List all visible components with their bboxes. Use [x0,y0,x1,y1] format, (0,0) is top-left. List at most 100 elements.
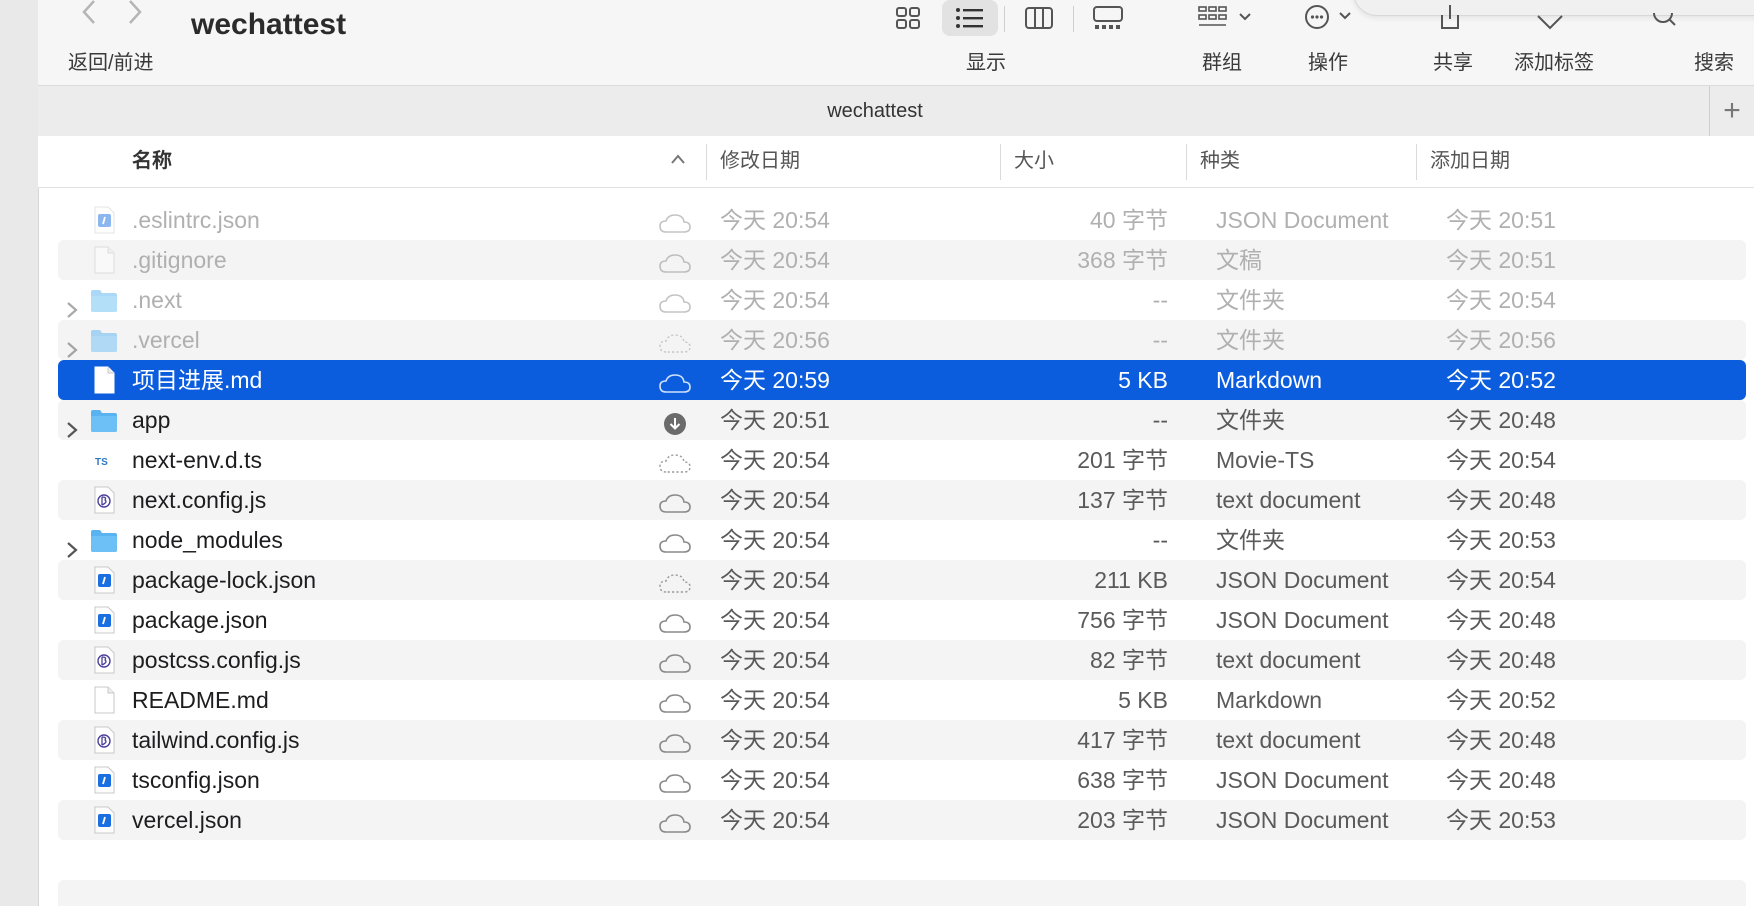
disclosure-triangle-icon[interactable] [64,411,80,438]
share-button[interactable] [1438,0,1462,34]
cloud-icon[interactable] [658,528,692,553]
file-kind: JSON Document [1216,807,1389,833]
cloud-icon[interactable] [658,248,692,273]
icon-view-button[interactable] [880,0,936,36]
cloud-icon[interactable] [658,808,692,833]
file-size: -- [1152,287,1168,313]
disclosure-triangle-icon[interactable] [64,531,80,558]
file-added-date: 今天 20:51 [1446,247,1556,273]
file-row[interactable]: tailwind.config.js 今天 20:54 417 字节 text doc… [58,720,1746,760]
cloud-icon[interactable] [658,488,692,513]
file-kind: 文件夹 [1216,287,1285,313]
json-file-icon [90,766,118,794]
blank-file-icon [90,686,118,714]
tab-bar: wechattest + [38,85,1754,137]
file-kind: 文件夹 [1216,527,1285,553]
file-row[interactable]: tsconfig.json 今天 20:54 638 字节 JSON Document… [58,760,1746,800]
json-file-icon [90,806,118,834]
file-name: app [132,407,171,433]
file-kind: text document [1216,727,1361,753]
forward-arrow-icon[interactable] [126,0,144,32]
add-tab-button[interactable]: + [1709,86,1754,136]
gallery-view-button[interactable] [1080,0,1136,36]
file-row[interactable]: postcss.config.js 今天 20:54 82 字节 text docum… [58,640,1746,680]
column-separator[interactable] [1186,144,1187,180]
file-modified-date: 今天 20:54 [720,207,830,233]
window-title: wechattest [191,8,347,41]
file-size: 638 字节 [1077,767,1168,793]
cloud-icon[interactable] [658,208,692,233]
column-added[interactable]: 添加日期 [1430,136,1510,187]
file-modified-date: 今天 20:54 [720,687,830,713]
ellipsis-circle-icon [1305,5,1351,29]
file-row[interactable]: .eslintrc.json 今天 20:54 40 字节 JSON Document… [58,200,1746,240]
column-size[interactable]: 大小 [1014,136,1054,187]
column-separator[interactable] [1000,144,1001,180]
column-view-button[interactable] [1011,0,1067,36]
file-row[interactable]: package-lock.json 今天 20:54 211 KB JSON Docu… [58,560,1746,600]
cloud-dashed-icon[interactable] [658,328,692,353]
file-name: vercel.json [132,807,242,833]
file-kind: JSON Document [1216,767,1389,793]
column-kind[interactable]: 种类 [1200,136,1240,187]
sidebar-edge [0,0,39,906]
cloud-icon[interactable] [658,648,692,673]
disclosure-triangle-icon[interactable] [64,291,80,318]
file-size: 82 字节 [1090,647,1168,673]
file-size: -- [1152,527,1168,553]
column-separator[interactable] [706,144,707,180]
file-row[interactable]: package.json 今天 20:54 756 字节 JSON Document 今… [58,600,1746,640]
action-button[interactable] [1304,0,1360,34]
file-added-date: 今天 20:48 [1446,487,1556,513]
column-modified[interactable]: 修改日期 [720,136,800,187]
cloud-icon[interactable] [658,688,692,713]
disclosure-triangle-icon[interactable] [64,331,80,358]
file-row[interactable]: .next 今天 20:54 -- 文件夹 今天 20:54 [58,280,1746,320]
file-kind: JSON Document [1216,207,1389,233]
file-row[interactable]: vercel.json 今天 20:54 203 字节 JSON Document 今天… [58,800,1746,840]
file-row[interactable]: app 今天 20:51 -- 文件夹 今天 20:48 [58,400,1746,440]
cloud-icon[interactable] [658,608,692,633]
list-icon [956,8,983,28]
tab-current[interactable]: wechattest [38,86,1712,136]
action-label: 操作 [1308,52,1348,74]
column-header: 名称 修改日期 大小 种类 添加日期 [38,136,1754,188]
file-added-date: 今天 20:48 [1446,727,1556,753]
file-added-date: 今天 20:48 [1446,647,1556,673]
file-row[interactable]: next.config.js 今天 20:54 137 字节 text documen… [58,480,1746,520]
blank-file-icon [90,366,118,394]
file-row[interactable]: 项目进展.md 今天 20:59 5 KB Markdown 今天 20:52 [58,360,1746,400]
json-file-icon [90,606,118,634]
cloud-icon[interactable] [658,768,692,793]
tag-button[interactable] [1534,0,1566,34]
cloud-dashed-icon[interactable] [658,568,692,593]
group-button[interactable] [1198,0,1254,34]
file-modified-date: 今天 20:54 [720,567,830,593]
download-icon[interactable] [658,408,692,435]
list-view-button[interactable] [942,0,998,36]
file-added-date: 今天 20:54 [1446,287,1556,313]
js-file-icon [90,646,118,674]
toolbar: 返回/前进 wechattest 显示 群组 操作 共享 添加标签 搜索 [38,0,1754,85]
file-kind: 文稿 [1216,247,1262,273]
file-size: 137 字节 [1077,487,1168,513]
tag-label: 添加标签 [1514,52,1594,74]
file-size: 211 KB [1094,567,1168,593]
cloud-icon[interactable] [658,288,692,313]
search-icon [1653,12,1676,26]
cloud-icon[interactable] [658,728,692,753]
column-name[interactable]: 名称 [132,136,172,187]
file-modified-date: 今天 20:54 [720,647,830,673]
file-row[interactable]: .gitignore 今天 20:54 368 字节 文稿 今天 20:51 [58,240,1746,280]
search-label: 搜索 [1694,52,1734,74]
file-row[interactable]: TS next-env.d.ts 今天 20:54 201 字节 Movie-TS 今天 … [58,440,1746,480]
sort-ascending-icon[interactable] [670,153,686,165]
file-row[interactable]: README.md 今天 20:54 5 KB Markdown 今天 20:52 [58,680,1746,720]
search-button[interactable] [1650,0,1678,34]
cloud-dashed-icon[interactable] [658,448,692,473]
back-arrow-icon[interactable] [80,0,98,32]
file-row[interactable]: node_modules 今天 20:54 -- 文件夹 今天 20:53 [58,520,1746,560]
column-separator[interactable] [1416,144,1417,180]
file-row[interactable]: .vercel 今天 20:56 -- 文件夹 今天 20:56 [58,320,1746,360]
cloud-icon[interactable] [658,368,692,393]
